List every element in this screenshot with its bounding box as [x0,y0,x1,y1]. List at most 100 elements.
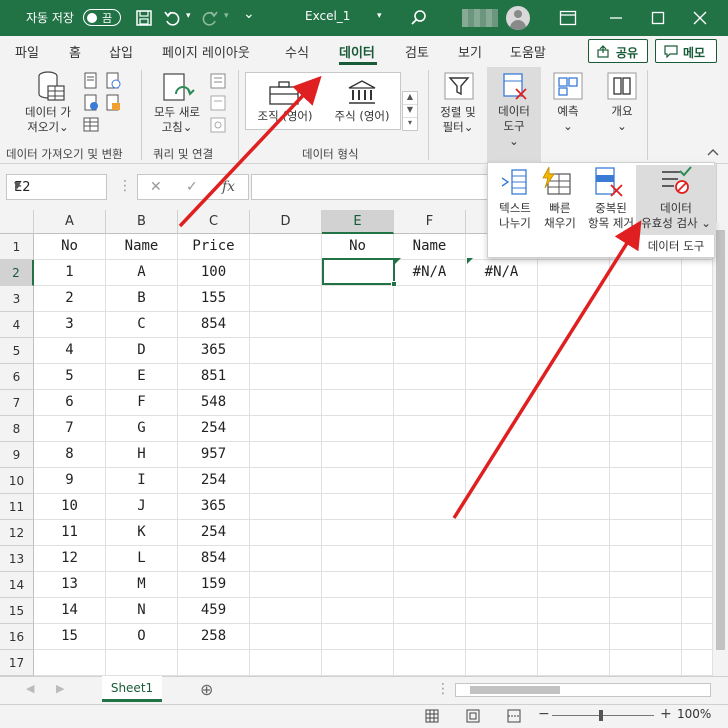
cell[interactable] [250,390,322,416]
row-header-13[interactable]: 13 [0,546,34,572]
row-header-3[interactable]: 3 [0,286,34,312]
cell[interactable]: 14 [34,598,106,624]
cell[interactable]: #N/A [466,260,538,286]
cell[interactable]: 3 [34,312,106,338]
row-header-12[interactable]: 12 [0,520,34,546]
cell[interactable] [250,650,322,676]
cell[interactable] [394,442,466,468]
column-header-d[interactable]: D [250,210,322,234]
cell[interactable] [610,312,682,338]
minimize-icon[interactable] [608,10,624,26]
cell[interactable] [538,546,610,572]
cell[interactable] [394,598,466,624]
cell[interactable] [466,312,538,338]
cell[interactable] [610,390,682,416]
cell[interactable] [322,416,394,442]
undo-dropdown-icon[interactable]: ▾ [186,11,191,21]
normal-view-icon[interactable] [425,709,439,723]
cell[interactable] [322,364,394,390]
cell[interactable] [466,286,538,312]
undo-icon[interactable] [163,9,181,27]
cell[interactable]: K [106,520,178,546]
tab-help[interactable]: 도움말 [510,42,546,61]
cell[interactable] [394,624,466,650]
cell[interactable]: No [34,234,106,260]
cell[interactable] [34,650,106,676]
redo-icon[interactable] [201,9,219,27]
cell[interactable] [610,572,682,598]
cell[interactable] [394,416,466,442]
cell[interactable] [250,520,322,546]
cell[interactable] [322,546,394,572]
cell[interactable] [538,260,610,286]
tab-split-grip-icon[interactable]: ⋮ [436,681,450,697]
cell[interactable]: 1 [34,260,106,286]
next-sheet-icon[interactable]: ▶ [56,682,64,695]
cell[interactable] [250,624,322,650]
row-header-10[interactable]: 10 [0,468,34,494]
cell[interactable] [610,442,682,468]
zoom-slider[interactable] [552,710,654,721]
sort-filter-button[interactable]: 정렬 및 필터⌄ [432,105,484,135]
zoom-in-icon[interactable]: + [660,706,672,722]
cell[interactable]: F [106,390,178,416]
cell[interactable] [250,338,322,364]
cell[interactable] [610,260,682,286]
cell[interactable] [610,338,682,364]
from-table-icon[interactable] [82,116,100,134]
search-icon[interactable] [410,9,428,27]
cell[interactable]: 254 [178,416,250,442]
page-break-view-icon[interactable] [507,709,521,723]
cell[interactable]: 4 [34,338,106,364]
cell[interactable] [538,364,610,390]
tab-review[interactable]: 검토 [405,42,429,61]
cell[interactable]: 854 [178,312,250,338]
data-tools-button[interactable]: 데이터 도구 ⌄ [487,104,541,149]
autosave-toggle[interactable]: 끔 [83,9,121,26]
cell[interactable] [466,520,538,546]
row-header-9[interactable]: 9 [0,442,34,468]
outline-button[interactable]: 개요 ⌄ [600,104,644,134]
page-layout-view-icon[interactable] [466,709,480,723]
cell[interactable] [394,468,466,494]
zoom-slider-thumb[interactable] [599,710,603,721]
sheet-tab-sheet1[interactable]: Sheet1 [102,676,162,702]
cell[interactable] [538,650,610,676]
tab-file[interactable]: 파일 [15,42,39,61]
cancel-icon[interactable]: ✕ [150,179,162,195]
properties-icon[interactable] [209,94,227,112]
fill-handle[interactable] [391,281,397,287]
add-sheet-icon[interactable]: ⊕ [200,680,213,699]
cell[interactable]: 159 [178,572,250,598]
cell[interactable] [466,494,538,520]
cell[interactable] [538,468,610,494]
cell[interactable] [538,416,610,442]
cell[interactable] [466,650,538,676]
cell[interactable]: 12 [34,546,106,572]
cell[interactable]: Name [106,234,178,260]
insert-function-icon[interactable]: fx [222,179,235,195]
cell[interactable]: 2 [34,286,106,312]
cell[interactable] [538,572,610,598]
cell[interactable] [466,364,538,390]
row-header-8[interactable]: 8 [0,416,34,442]
row-header-11[interactable]: 11 [0,494,34,520]
tab-formulas[interactable]: 수식 [285,42,309,61]
formula-input[interactable] [251,174,491,200]
maximize-icon[interactable] [650,10,666,26]
file-title[interactable]: Excel_1 [305,9,350,23]
enter-icon[interactable]: ✓ [186,179,198,195]
cell[interactable] [250,312,322,338]
account-avatar[interactable] [506,6,530,30]
cell[interactable] [538,390,610,416]
cell[interactable]: 254 [178,520,250,546]
cell[interactable]: B [106,286,178,312]
collapse-ribbon-icon[interactable] [706,146,720,158]
cell[interactable]: 851 [178,364,250,390]
row-header-1[interactable]: 1 [0,234,34,260]
cell[interactable]: 548 [178,390,250,416]
customize-qat-icon[interactable]: ⌄ [243,6,255,22]
cell[interactable]: 459 [178,598,250,624]
row-header-5[interactable]: 5 [0,338,34,364]
cell[interactable] [394,312,466,338]
